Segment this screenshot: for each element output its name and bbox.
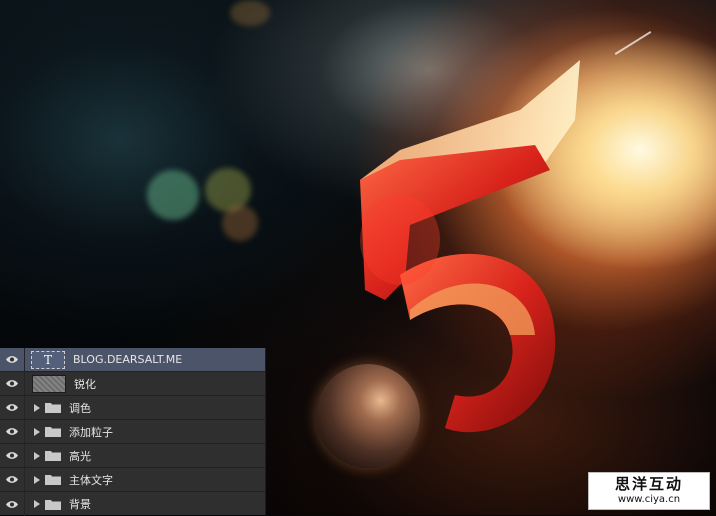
expand-arrow-icon[interactable] <box>34 451 40 460</box>
light-streak <box>614 31 652 55</box>
watermark-logo: 思洋互动 www.ciya.cn <box>588 472 710 510</box>
layer-name: 锐化 <box>74 377 96 391</box>
layer-name: 添加粒子 <box>69 425 113 439</box>
watermark-title: 思洋互动 <box>614 475 683 493</box>
eye-icon <box>6 356 18 363</box>
expand-arrow-icon[interactable] <box>34 427 40 436</box>
folder-icon <box>45 450 61 461</box>
text-layer-thumbnail: T <box>31 350 65 369</box>
bokeh-light <box>230 0 270 26</box>
visibility-toggle[interactable] <box>0 348 25 371</box>
visibility-toggle[interactable] <box>0 396 25 419</box>
layer-group-highlight[interactable]: 高光 <box>0 444 265 468</box>
folder-icon <box>45 426 61 437</box>
eye-icon <box>6 452 18 459</box>
planet <box>316 364 420 468</box>
layer-name: 调色 <box>69 401 91 415</box>
layer-thumbnail <box>32 374 66 393</box>
eye-icon <box>6 428 18 435</box>
bokeh-light <box>222 205 258 241</box>
eye-icon <box>6 476 18 483</box>
eye-icon <box>6 500 18 508</box>
eye-icon <box>6 380 18 387</box>
visibility-toggle[interactable] <box>0 372 25 395</box>
folder-icon <box>45 402 61 413</box>
eye-icon <box>6 404 18 411</box>
visibility-toggle[interactable] <box>0 468 25 491</box>
layer-group-main-text[interactable]: 主体文字 <box>0 468 265 492</box>
visibility-toggle[interactable] <box>0 444 25 467</box>
watermark-url: www.ciya.cn <box>617 494 681 505</box>
folder-icon <box>45 474 61 485</box>
layers-panel: T BLOG.DEARSALT.ME 锐化 调色 添加粒子 高光 主体文字 背景 <box>0 348 266 516</box>
expand-arrow-icon[interactable] <box>34 403 40 412</box>
visibility-toggle[interactable] <box>0 492 25 516</box>
layer-name: 主体文字 <box>69 473 113 487</box>
expand-arrow-icon[interactable] <box>34 475 40 484</box>
layer-group-particles[interactable]: 添加粒子 <box>0 420 265 444</box>
layer-name: 高光 <box>69 449 91 463</box>
layer-name: 背景 <box>69 498 91 511</box>
layer-row-blog-text[interactable]: T BLOG.DEARSALT.ME <box>0 348 265 372</box>
layer-group-toning[interactable]: 调色 <box>0 396 265 420</box>
expand-arrow-icon[interactable] <box>34 500 40 508</box>
folder-icon <box>45 499 61 510</box>
visibility-toggle[interactable] <box>0 420 25 443</box>
bokeh-light <box>147 170 199 220</box>
layer-row-sharpen[interactable]: 锐化 <box>0 372 265 396</box>
layer-group-background[interactable]: 背景 <box>0 492 265 516</box>
layer-name: BLOG.DEARSALT.ME <box>73 353 183 366</box>
